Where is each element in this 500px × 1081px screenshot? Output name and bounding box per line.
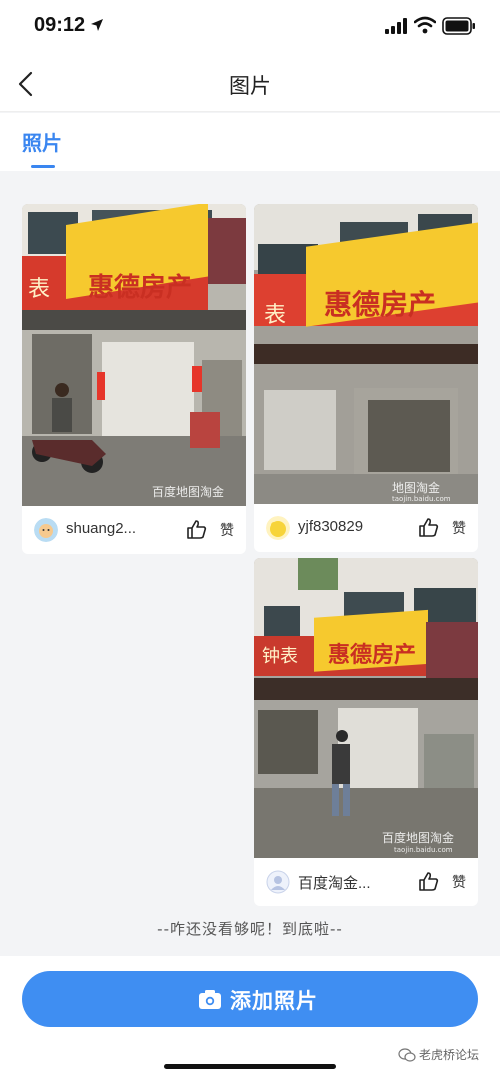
photo-caption: shuang2... 赞 (22, 506, 246, 554)
status-time: 09:12 (34, 14, 86, 36)
storefront-photo[interactable]: 惠德房产 表 百度地图淘金 (22, 204, 246, 506)
page-title: 图片 (229, 74, 271, 98)
cellular-signal-icon (385, 18, 407, 34)
thumbs-up-icon[interactable] (418, 516, 440, 538)
tab-active-indicator (31, 165, 55, 168)
username[interactable]: 百度淘金... (298, 872, 371, 893)
wifi-icon (414, 16, 436, 34)
add-photo-label: 添加照片 (230, 989, 318, 1013)
like-button-label[interactable]: 赞 (452, 872, 466, 892)
photo-caption: 百度淘金... 赞 (254, 858, 478, 906)
photo-card[interactable]: 惠德房产 表 地图淘金 taojin.baidu.com yjf830829 赞 (254, 204, 478, 552)
sign-text: 惠德房产 (88, 273, 192, 303)
home-indicator (164, 1064, 336, 1069)
tab-bar: 照片 (0, 113, 500, 171)
wechat-icon (398, 1048, 416, 1062)
photo-card[interactable]: 惠德房产 表 百度地图淘金 shuang2... 赞 (22, 204, 246, 554)
end-of-list-text: --咋还没看够呢！到底啦-- (157, 920, 343, 938)
storefront-photo[interactable]: 惠德房产 表 地图淘金 taojin.baidu.com (254, 204, 478, 504)
add-photo-button[interactable]: 添加照片 (22, 971, 478, 1027)
sign-text: 惠德房产 (324, 288, 436, 321)
photo-watermark: 百度地图淘金 (152, 484, 224, 499)
thumbs-up-icon[interactable] (186, 518, 208, 540)
user-avatar[interactable] (266, 516, 290, 540)
bottom-action-bar: 添加照片 老虎桥论坛 (0, 956, 500, 1081)
user-avatar[interactable] (266, 870, 290, 894)
tab-photos[interactable]: 照片 (22, 127, 62, 156)
photo-watermark-url: taojin.baidu.com (394, 846, 453, 854)
sign-text-left: 表 (28, 277, 50, 302)
username[interactable]: shuang2... (66, 520, 136, 537)
navigation-bar: 图片 (0, 56, 500, 112)
photo-watermark: 百度地图淘金 (382, 830, 454, 845)
camera-icon (199, 990, 221, 1009)
battery-icon (442, 17, 475, 35)
storefront-photo[interactable]: 惠德房产 钟表 百度地图淘金 taojin.baidu.com (254, 558, 478, 858)
source-watermark: 老虎桥论坛 (419, 1048, 480, 1062)
sign-text-left: 钟表 (262, 646, 298, 667)
photo-card[interactable]: 惠德房产 钟表 百度地图淘金 taojin.baidu.com 百度淘金... … (254, 558, 478, 906)
like-button-label[interactable]: 赞 (452, 518, 466, 538)
status-bar: 09:12 (0, 0, 500, 56)
user-avatar[interactable] (34, 518, 58, 542)
sign-text: 惠德房产 (328, 642, 416, 668)
location-arrow-icon (91, 19, 103, 31)
username[interactable]: yjf830829 (298, 518, 363, 535)
photo-watermark-url: taojin.baidu.com (392, 495, 451, 503)
thumbs-up-icon[interactable] (418, 870, 440, 892)
like-button-label[interactable]: 赞 (220, 520, 234, 540)
sign-text-left: 表 (264, 303, 286, 328)
photo-watermark: 地图淘金 (392, 480, 440, 495)
photo-caption: yjf830829 赞 (254, 504, 478, 552)
